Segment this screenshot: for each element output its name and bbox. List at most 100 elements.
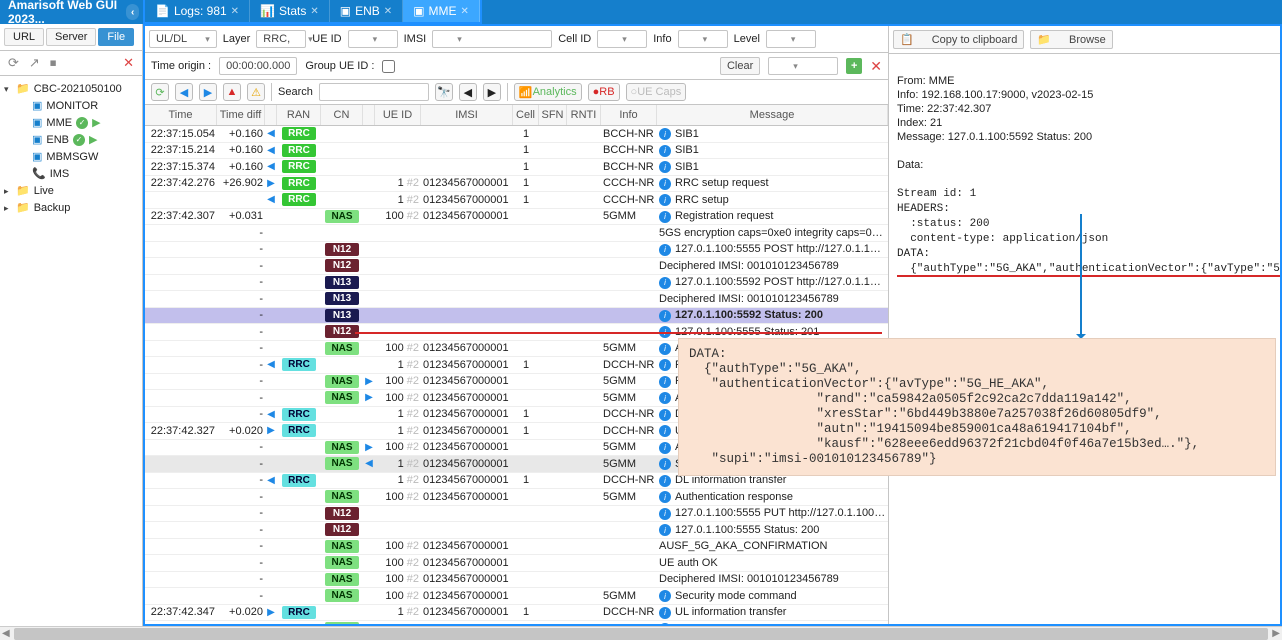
refresh-icon[interactable]: ⟳ bbox=[151, 83, 169, 101]
server-button[interactable]: Server bbox=[46, 28, 96, 46]
scroll-right-icon[interactable]: ▶ bbox=[1272, 628, 1280, 639]
table-row[interactable]: 22:37:42.347+0.020▶RRC1 #201234567000001… bbox=[145, 605, 888, 622]
stop-icon[interactable]: ⏹ bbox=[50, 55, 57, 71]
next-icon[interactable]: ▶ bbox=[199, 83, 217, 101]
remove-icon[interactable]: ✕ bbox=[870, 58, 882, 75]
uldl-filter[interactable]: UL/DL bbox=[149, 30, 217, 48]
col-message[interactable]: Message bbox=[657, 105, 888, 125]
tree-mbmsgw[interactable]: MBMSGW bbox=[4, 148, 142, 165]
sidebar: URL Server File ⟳ ↗ ⏹ ✕ CBC-2021050100 M… bbox=[0, 24, 143, 626]
analytics-button[interactable]: 📶 Analytics bbox=[514, 83, 582, 101]
table-row[interactable]: -N13i127.0.1.100:5592 Status: 200 bbox=[145, 308, 888, 325]
tree-backup[interactable]: Backup bbox=[34, 202, 71, 214]
file-icon bbox=[32, 116, 42, 129]
table-row[interactable]: -NAS▶100 #2012345670000015GMMiSecurity m… bbox=[145, 621, 888, 624]
warn-icon[interactable]: ▲ bbox=[223, 83, 241, 101]
table-row[interactable]: -NAS100 #201234567000001AUSF_5G_AKA_CONF… bbox=[145, 539, 888, 556]
detail-panel: 📋 Copy to clipboard 📁 Browse From: MME I… bbox=[888, 26, 1280, 624]
scroll-thumb[interactable] bbox=[14, 628, 1268, 640]
detail-info: Info: 192.168.100.17:9000, v2023-02-15 bbox=[897, 89, 1093, 101]
table-row[interactable]: -N12i127.0.1.100:5555 PUT http://127.0.1… bbox=[145, 506, 888, 523]
tree-ims[interactable]: 📞IMS bbox=[4, 165, 142, 182]
table-row[interactable]: 22:37:42.276+26.902▶RRC1 #20123456700000… bbox=[145, 176, 888, 193]
table-row[interactable]: 22:37:15.214+0.160◀RRC1BCCH-NRiSIB1 bbox=[145, 143, 888, 160]
detail-message: Message: 127.0.1.100:5592 Status: 200 bbox=[897, 131, 1092, 143]
close-icon[interactable]: ✕ bbox=[461, 6, 469, 17]
search-prev-icon[interactable]: ◀ bbox=[459, 83, 477, 101]
add-icon[interactable]: + bbox=[846, 58, 862, 74]
delete-icon[interactable]: ✕ bbox=[123, 55, 134, 71]
expand-icon[interactable] bbox=[4, 83, 12, 95]
info-filter[interactable] bbox=[678, 30, 728, 48]
expand-icon[interactable] bbox=[4, 185, 12, 197]
tree-root[interactable]: CBC-2021050100 bbox=[34, 83, 122, 95]
table-row[interactable]: -NAS100 #2012345670000015GMMiSecurity mo… bbox=[145, 588, 888, 605]
col-timediff[interactable]: Time diff bbox=[217, 105, 265, 125]
col-cell[interactable]: Cell bbox=[513, 105, 539, 125]
prev-icon[interactable]: ◀ bbox=[175, 83, 193, 101]
table-row[interactable]: -NAS100 #201234567000001Deciphered IMSI:… bbox=[145, 572, 888, 589]
play-icon: ▶ bbox=[92, 116, 100, 129]
ueid-filter[interactable] bbox=[348, 30, 398, 48]
table-row[interactable]: ◀RRC1 #2012345670000011CCCH-NRiRRC setup bbox=[145, 192, 888, 209]
table-row[interactable]: -N13Deciphered IMSI: 001010123456789 bbox=[145, 291, 888, 308]
clear-target[interactable] bbox=[768, 57, 838, 75]
binoc-icon[interactable]: 🔭 bbox=[435, 83, 453, 101]
tree-enb[interactable]: ENB ✓ ▶ bbox=[4, 131, 142, 148]
col-rnti[interactable]: RNTI bbox=[567, 105, 601, 125]
search-next-icon[interactable]: ▶ bbox=[483, 83, 501, 101]
refresh-icon[interactable]: ⟳ bbox=[8, 55, 19, 71]
col-ueid[interactable]: UE ID bbox=[375, 105, 421, 125]
table-row[interactable]: 22:37:15.054+0.160◀RRC1BCCH-NRiSIB1 bbox=[145, 126, 888, 143]
collapse-icon[interactable]: ‹ bbox=[126, 4, 139, 20]
clear-button[interactable]: Clear bbox=[720, 57, 760, 75]
copy-button[interactable]: 📋 Copy to clipboard bbox=[893, 30, 1024, 49]
close-icon[interactable]: ✕ bbox=[310, 6, 318, 17]
table-row[interactable]: -N13i127.0.1.100:5592 POST http://127.0.… bbox=[145, 275, 888, 292]
table-row[interactable]: -N12Deciphered IMSI: 001010123456789 bbox=[145, 258, 888, 275]
col-sfn[interactable]: SFN bbox=[539, 105, 567, 125]
imsi-filter[interactable] bbox=[432, 30, 552, 48]
expand-icon[interactable] bbox=[4, 202, 12, 214]
table-row[interactable]: -NAS100 #2012345670000015GMMiAuthenticat… bbox=[145, 489, 888, 506]
source-buttons: URL Server File bbox=[0, 24, 142, 51]
scroll-left-icon[interactable]: ◀ bbox=[2, 628, 10, 639]
table-row[interactable]: -5GS encryption caps=0xe0 integrity caps… bbox=[145, 225, 888, 242]
search-input[interactable] bbox=[319, 83, 429, 101]
tree-live[interactable]: Live bbox=[34, 185, 54, 197]
table-row[interactable]: -N12i127.0.1.100:5555 POST http://127.0.… bbox=[145, 242, 888, 259]
tab-mme[interactable]: ▣MME✕ bbox=[403, 0, 480, 22]
table-row[interactable]: -N12i127.0.1.100:5555 Status: 200 bbox=[145, 522, 888, 539]
timeorigin-input[interactable]: 00:00:00.000 bbox=[219, 57, 297, 75]
groupue-checkbox[interactable] bbox=[382, 60, 395, 73]
tab-enb[interactable]: ▣ENB✕ bbox=[330, 0, 403, 22]
detail-toolbar: 📋 Copy to clipboard 📁 Browse bbox=[889, 26, 1280, 54]
close-icon[interactable]: ✕ bbox=[231, 6, 239, 17]
horizontal-scrollbar[interactable]: ◀ ▶ bbox=[0, 626, 1282, 640]
close-icon[interactable]: ✕ bbox=[384, 6, 392, 17]
cellid-filter[interactable] bbox=[597, 30, 647, 48]
tab-stats[interactable]: 📊Stats✕ bbox=[250, 0, 330, 22]
file-icon bbox=[32, 133, 42, 146]
table-row[interactable]: 22:37:42.307+0.031NAS100 #20123456700000… bbox=[145, 209, 888, 226]
alert-icon[interactable]: ⚠ bbox=[247, 83, 265, 101]
tree-monitor[interactable]: MONITOR bbox=[4, 97, 142, 114]
table-row[interactable]: -NAS100 #201234567000001UE auth OK bbox=[145, 555, 888, 572]
layer-filter[interactable]: RRC, bbox=[256, 30, 306, 48]
tab-logs[interactable]: 📄Logs: 981✕ bbox=[145, 0, 250, 22]
col-imsi[interactable]: IMSI bbox=[421, 105, 513, 125]
browse-button[interactable]: 📁 Browse bbox=[1030, 30, 1112, 49]
goto-icon[interactable]: ↗ bbox=[29, 55, 40, 71]
table-row[interactable]: 22:37:15.374+0.160◀RRC1BCCH-NRiSIB1 bbox=[145, 159, 888, 176]
col-cn[interactable]: CN bbox=[321, 105, 363, 125]
col-ran[interactable]: RAN bbox=[277, 105, 321, 125]
level-filter[interactable] bbox=[766, 30, 816, 48]
uecaps-button[interactable]: ○ UE Caps bbox=[626, 83, 687, 101]
col-info[interactable]: Info bbox=[601, 105, 657, 125]
rb-button[interactable]: ● RB bbox=[588, 83, 620, 101]
play-icon: ▶ bbox=[89, 133, 97, 146]
col-time[interactable]: Time bbox=[145, 105, 217, 125]
file-button[interactable]: File bbox=[98, 28, 134, 46]
url-button[interactable]: URL bbox=[4, 28, 44, 46]
tree-mme[interactable]: MME ✓ ▶ bbox=[4, 114, 142, 131]
